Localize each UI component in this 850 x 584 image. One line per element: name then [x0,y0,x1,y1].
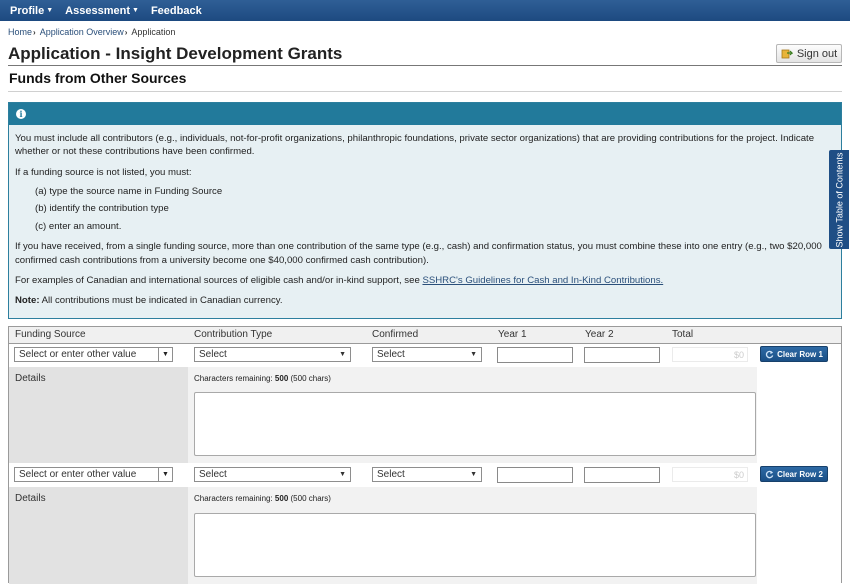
breadcrumb-home[interactable]: Home [8,27,32,37]
sign-out-icon [781,49,793,59]
details-textarea[interactable] [194,513,756,577]
chevron-down-icon: ▼ [132,7,139,14]
info-paragraph: You must include all contributors (e.g.,… [15,133,815,158]
page-title: Application - Insight Development Grants [8,44,343,63]
contribution-type-select[interactable]: Select ▼ [194,467,351,482]
show-toc-tab[interactable]: Show Table of Contents [829,150,849,249]
funding-source-combobox[interactable]: Select or enter other value [14,467,159,482]
details-label: Details [15,373,46,384]
year2-input[interactable] [584,467,660,483]
year1-input[interactable] [497,467,573,483]
details-label: Details [15,493,46,504]
funding-table: Funding Source Contribution Type Confirm… [8,326,842,584]
note-text: All contributions must be indicated in C… [39,295,283,307]
funding-source-dropdown-button[interactable]: ▼ [159,467,173,482]
col-header-confirmed: Confirmed [372,329,419,340]
col-header-contribution-type: Contribution Type [194,329,273,340]
info-list-item: (b) identify the contribution type [35,203,169,215]
table-header: Funding Source Contribution Type Confirm… [9,327,841,344]
nav-profile[interactable]: Profile ▼ [4,5,59,17]
total-field: $0 [672,347,748,362]
chars-prefix: Characters remaining: [194,494,275,503]
funding-source-dropdown-button[interactable]: ▼ [159,347,173,362]
chevron-down-icon: ▼ [339,471,346,478]
confirmed-select[interactable]: Select ▼ [372,347,482,362]
chevron-down-icon: ▼ [470,471,477,478]
sshrc-guidelines-link[interactable]: SSHRC's Guidelines for Cash and In-Kind … [422,275,663,286]
refresh-icon [765,350,774,358]
characters-remaining: Characters remaining: 500 (500 chars) [194,374,331,383]
chevron-down-icon: ▼ [339,351,346,358]
info-paragraph: If a funding source is not listed, you m… [15,166,192,178]
nav-feedback[interactable]: Feedback [145,5,208,17]
contribution-type-select[interactable]: Select ▼ [194,347,351,362]
characters-remaining: Characters remaining: 500 (500 chars) [194,494,331,503]
year1-input[interactable] [497,347,573,363]
note-label: Note: [15,295,40,307]
info-text: For examples of Canadian and internation… [15,274,423,286]
breadcrumb: Home› Application Overview› Application [0,21,850,39]
contribution-type-value: Select [199,349,227,360]
info-note: Note: All contributions must be indicate… [15,294,835,307]
nav-feedback-label: Feedback [150,4,202,17]
nav-assessment[interactable]: Assessment ▼ [59,5,145,17]
info-panel-body: You must include all contributors (e.g.,… [9,125,841,308]
info-paragraph: For examples of Canadian and internation… [15,274,835,287]
year2-input[interactable] [584,347,660,363]
info-paragraph: If you have received, from a single fund… [15,241,822,266]
total-field: $0 [672,467,748,482]
confirmed-value: Select [377,349,405,360]
chars-suffix: (500 chars) [288,374,331,383]
chars-count: 500 [274,374,289,383]
col-header-total: Total [672,329,694,340]
chevron-down-icon: ▼ [46,7,54,14]
info-list-item: (c) enter an amount. [35,221,122,233]
nav-assessment-label: Assessment [65,4,130,17]
info-panel-header: i [9,103,841,125]
refresh-icon [765,470,774,478]
clear-row-1-button[interactable]: Clear Row 1 [760,346,828,362]
section-divider [8,91,842,92]
chars-suffix: (500 chars) [288,494,331,503]
clear-row-label: Clear Row 1 [777,349,823,359]
clear-row-2-button[interactable]: Clear Row 2 [760,466,828,482]
breadcrumb-current: Application [131,27,176,37]
info-icon: i [16,109,26,119]
sign-out-button[interactable]: Sign out [776,44,842,63]
chars-prefix: Characters remaining: [194,374,275,383]
chevron-down-icon: ▼ [162,471,169,478]
title-divider [8,65,842,66]
col-header-year2: Year 2 [585,329,614,340]
chevron-right-icon: › [124,28,128,37]
funding-source-combobox[interactable]: Select or enter other value [14,347,159,362]
info-panel: i You must include all contributors (e.g… [8,102,842,319]
top-nav: Profile ▼ Assessment ▼ Feedback [0,0,850,21]
confirmed-value: Select [377,469,405,480]
nav-profile-label: Profile [10,4,45,17]
clear-row-label: Clear Row 2 [777,469,823,479]
chevron-down-icon: ▼ [162,351,169,358]
chars-count: 500 [274,494,289,503]
details-textarea[interactable] [194,392,756,456]
section-title: Funds from Other Sources [9,70,187,86]
breadcrumb-application-overview[interactable]: Application Overview [40,27,124,37]
show-toc-label: Show Table of Contents [834,152,844,247]
chevron-down-icon: ▼ [470,351,477,358]
sign-out-label: Sign out [796,47,838,60]
col-header-year1: Year 1 [498,329,527,340]
col-header-funding-source: Funding Source [15,329,86,340]
contribution-type-value: Select [199,469,227,480]
confirmed-select[interactable]: Select ▼ [372,467,482,482]
chevron-right-icon: › [33,28,36,37]
info-list-item: (a) type the source name in Funding Sour… [35,185,223,197]
